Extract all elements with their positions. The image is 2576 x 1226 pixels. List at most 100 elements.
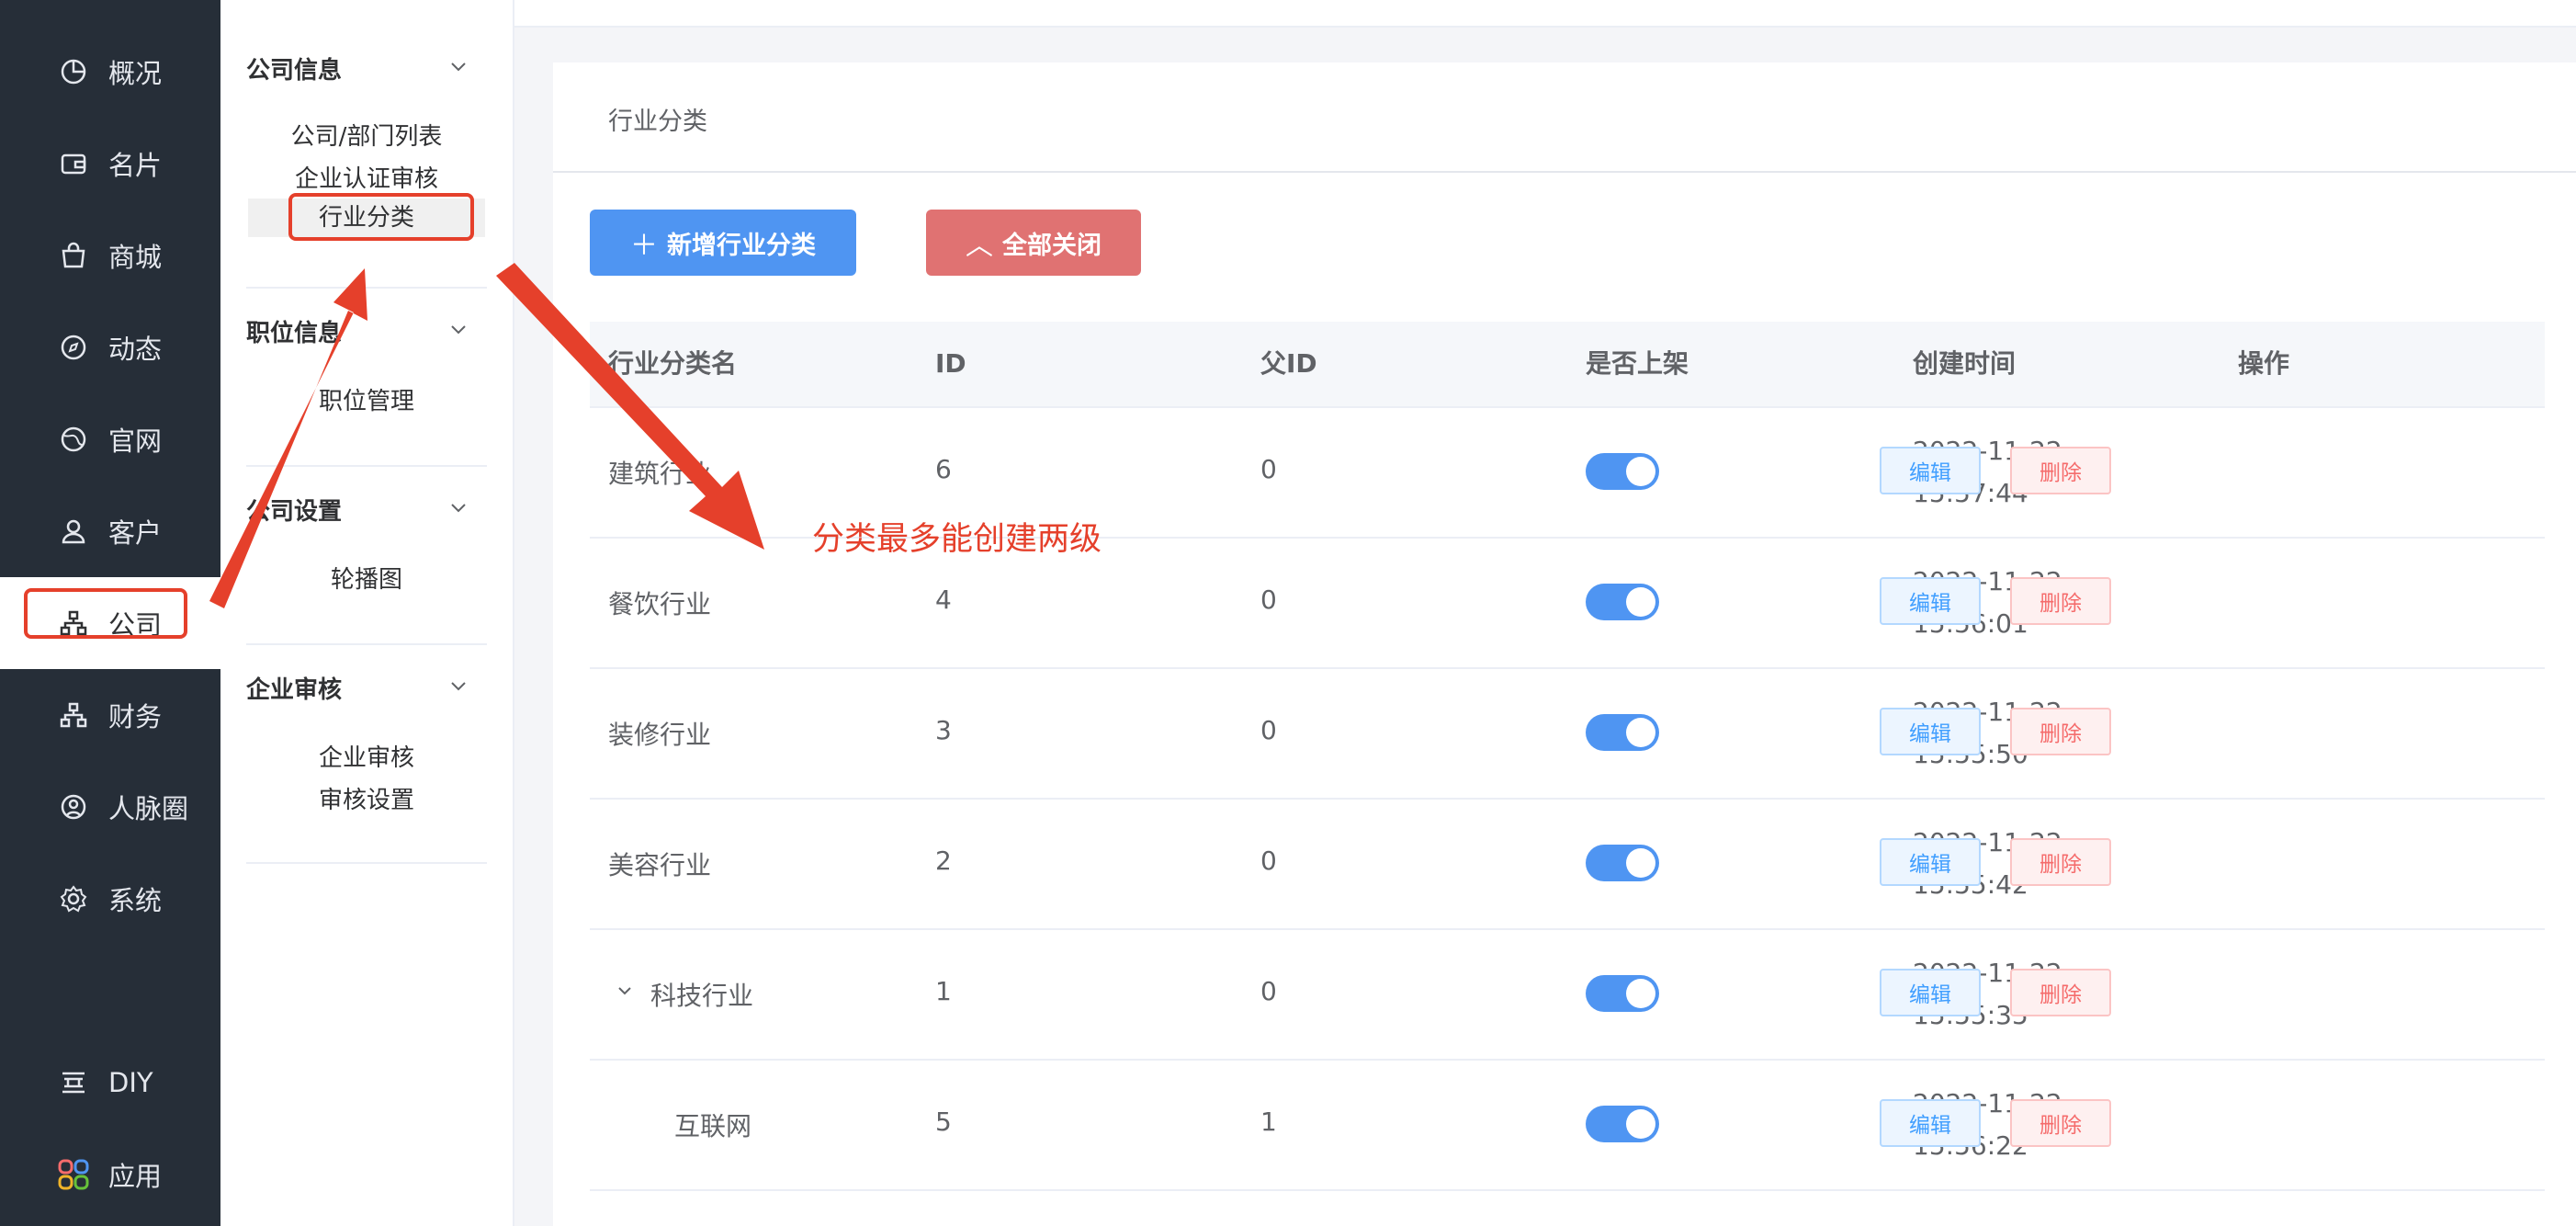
toggle-knob bbox=[1626, 848, 1655, 878]
menu-item-carousel[interactable]: 轮播图 bbox=[248, 561, 485, 595]
col-header-name: 行业分类名 bbox=[608, 348, 738, 379]
nav-website[interactable]: 官网 bbox=[0, 393, 220, 485]
annotation-note: 分类最多能创建两级 bbox=[812, 521, 1102, 558]
nav-card-label: 名片 bbox=[108, 150, 163, 181]
menu-item-company-list[interactable]: 公司/部门列表 bbox=[248, 118, 485, 152]
table-row: 装修行业302022-11-2215:55:50编辑删除 bbox=[590, 667, 2545, 800]
collapse-all-label: 全部关闭 bbox=[1002, 231, 1102, 260]
nav-finance[interactable]: 财务 bbox=[0, 669, 220, 761]
nav-apps[interactable]: 应用 bbox=[0, 1129, 220, 1220]
delete-button[interactable]: 删除 bbox=[2010, 1099, 2111, 1147]
listed-toggle[interactable] bbox=[1586, 584, 1659, 620]
delete-button[interactable]: 删除 bbox=[2010, 447, 2111, 494]
page-title: 行业分类 bbox=[608, 108, 707, 136]
user-icon bbox=[57, 515, 90, 548]
nav-mall-label: 商城 bbox=[108, 242, 163, 273]
nav-overview-label: 概况 bbox=[108, 58, 163, 89]
annotation-highlight-industry bbox=[288, 193, 474, 241]
collapse-all-button[interactable]: ︿ 全部关闭 bbox=[926, 210, 1141, 276]
nav-finance-label: 财务 bbox=[108, 701, 163, 732]
pie-chart-icon bbox=[57, 55, 90, 88]
shopping-bag-icon bbox=[57, 239, 90, 272]
chevron-down-icon[interactable] bbox=[448, 676, 469, 697]
cell-id: 1 bbox=[935, 976, 952, 1006]
group-title-position-info[interactable]: 职位信息 bbox=[246, 314, 342, 348]
nav-diy[interactable]: DIY bbox=[0, 1037, 220, 1129]
apps-icon bbox=[57, 1158, 90, 1191]
menu-divider bbox=[246, 287, 487, 289]
chevron-down-icon[interactable] bbox=[448, 57, 469, 77]
toggle-knob bbox=[1626, 1109, 1655, 1139]
edit-button[interactable]: 编辑 bbox=[1880, 969, 1981, 1016]
toggle-knob bbox=[1626, 587, 1655, 617]
col-header-created: 创建时间 bbox=[1913, 348, 2017, 379]
globe-icon bbox=[57, 423, 90, 456]
nav-customers[interactable]: 客户 bbox=[0, 485, 220, 577]
menu-item-position-manage[interactable]: 职位管理 bbox=[248, 382, 485, 416]
menu-item-review-settings[interactable]: 审核设置 bbox=[248, 781, 485, 815]
delete-button[interactable]: 删除 bbox=[2010, 838, 2111, 886]
menu-item-enterprise-review[interactable]: 企业审核 bbox=[248, 739, 485, 773]
cell-id: 5 bbox=[935, 1107, 952, 1137]
layout-icon bbox=[57, 1066, 90, 1099]
compass-icon bbox=[57, 331, 90, 364]
delete-button[interactable]: 删除 bbox=[2010, 577, 2111, 625]
nav-system-label: 系统 bbox=[108, 885, 163, 916]
table-row: 互联网512022-11-2215:56:22编辑删除 bbox=[590, 1059, 2545, 1191]
main-panel: 行业分类 ＋ 新增行业分类 ︿ 全部关闭 行业分类名 ID 父ID 是否上架 创… bbox=[553, 62, 2576, 1226]
menu-divider bbox=[246, 643, 487, 645]
nav-website-label: 官网 bbox=[108, 426, 163, 457]
cell-parent-id: 0 bbox=[1260, 715, 1277, 745]
plus-icon: ＋ bbox=[630, 230, 658, 262]
cell-id: 2 bbox=[935, 846, 952, 876]
menu-divider bbox=[246, 862, 487, 864]
listed-toggle[interactable] bbox=[1586, 453, 1659, 490]
nav-network-label: 人脉圈 bbox=[108, 793, 189, 824]
gear-icon bbox=[57, 882, 90, 915]
cell-industry-name: 建筑行业 bbox=[608, 459, 712, 489]
chevron-down-icon[interactable] bbox=[448, 320, 469, 340]
nav-feed-label: 动态 bbox=[108, 334, 163, 365]
nav-feed[interactable]: 动态 bbox=[0, 301, 220, 393]
chevron-up-icon: ︿ bbox=[966, 230, 993, 262]
listed-toggle[interactable] bbox=[1586, 845, 1659, 881]
delete-button[interactable]: 删除 bbox=[2010, 708, 2111, 755]
table-header: 行业分类名 ID 父ID 是否上架 创建时间 操作 bbox=[590, 322, 2545, 408]
nav-card[interactable]: 名片 bbox=[0, 118, 220, 210]
edit-button[interactable]: 编辑 bbox=[1880, 708, 1981, 755]
col-header-id: ID bbox=[935, 348, 966, 379]
nav-system[interactable]: 系统 bbox=[0, 853, 220, 945]
edit-button[interactable]: 编辑 bbox=[1880, 447, 1981, 494]
add-industry-label: 新增行业分类 bbox=[667, 231, 816, 260]
annotation-highlight-company bbox=[24, 588, 187, 639]
toggle-knob bbox=[1626, 457, 1655, 486]
table-row: 美容行业202022-11-2215:55:42编辑删除 bbox=[590, 798, 2545, 930]
group-title-enterprise-review[interactable]: 企业审核 bbox=[246, 671, 342, 705]
nav-overview[interactable]: 概况 bbox=[0, 26, 220, 118]
add-industry-button[interactable]: ＋ 新增行业分类 bbox=[590, 210, 856, 276]
edit-button[interactable]: 编辑 bbox=[1880, 1099, 1981, 1147]
chevron-down-icon[interactable] bbox=[616, 982, 634, 1000]
delete-button[interactable]: 删除 bbox=[2010, 969, 2111, 1016]
menu-item-company-verify[interactable]: 企业认证审核 bbox=[248, 160, 485, 194]
cell-industry-name: 科技行业 bbox=[650, 981, 754, 1011]
cell-industry-name: 装修行业 bbox=[608, 720, 712, 750]
listed-toggle[interactable] bbox=[1586, 714, 1659, 751]
group-title-company-info[interactable]: 公司信息 bbox=[246, 51, 342, 85]
cell-parent-id: 0 bbox=[1260, 976, 1277, 1006]
cell-industry-name: 互联网 bbox=[674, 1111, 752, 1141]
cell-parent-id: 0 bbox=[1260, 454, 1277, 484]
edit-button[interactable]: 编辑 bbox=[1880, 838, 1981, 886]
col-header-actions: 操作 bbox=[2238, 348, 2290, 379]
toggle-knob bbox=[1626, 979, 1655, 1008]
chevron-down-icon[interactable] bbox=[448, 498, 469, 518]
cell-industry-name: 餐饮行业 bbox=[608, 589, 712, 619]
edit-button[interactable]: 编辑 bbox=[1880, 577, 1981, 625]
table-row: 科技行业102022-11-2215:55:35编辑删除 bbox=[590, 928, 2545, 1061]
listed-toggle[interactable] bbox=[1586, 975, 1659, 1012]
nav-mall[interactable]: 商城 bbox=[0, 210, 220, 301]
group-title-company-settings[interactable]: 公司设置 bbox=[246, 493, 342, 527]
listed-toggle[interactable] bbox=[1586, 1106, 1659, 1142]
nav-network[interactable]: 人脉圈 bbox=[0, 761, 220, 853]
nav-diy-label: DIY bbox=[108, 1067, 153, 1098]
